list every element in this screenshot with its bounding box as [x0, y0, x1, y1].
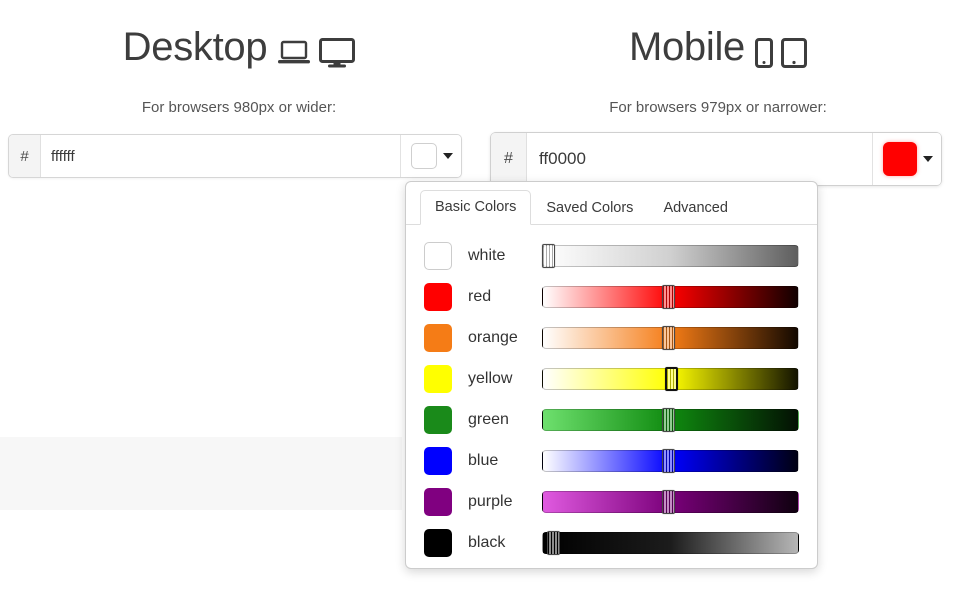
color-label: white — [452, 246, 542, 266]
background-band — [0, 437, 402, 510]
shade-slider-orange[interactable] — [542, 327, 799, 349]
picker-tab-saved-colors[interactable]: Saved Colors — [531, 191, 648, 225]
desktop-hash-prefix: # — [9, 135, 41, 177]
mobile-color-input-group[interactable]: # — [490, 132, 942, 186]
color-label: orange — [452, 328, 542, 348]
desktop-column: Desktop For browsers 980px or wider: — [8, 0, 470, 118]
color-swatch-blue[interactable] — [424, 447, 452, 475]
mobile-swatch-button[interactable] — [872, 133, 941, 185]
shade-slider-green[interactable] — [542, 409, 799, 431]
color-picker-popup: Basic ColorsSaved ColorsAdvanced white re… — [405, 181, 818, 569]
color-row[interactable]: white — [424, 235, 799, 276]
mobile-subtitle: For browsers 979px or narrower: — [490, 98, 946, 118]
color-swatch-orange[interactable] — [424, 324, 452, 352]
shade-slider-blue[interactable] — [542, 450, 799, 472]
basic-colors-list: white red orange yellow green blue purple black — [406, 225, 817, 563]
color-label: yellow — [452, 369, 542, 389]
desktop-swatch-button[interactable] — [400, 135, 461, 177]
color-swatch-white[interactable] — [424, 242, 452, 270]
color-row[interactable]: purple — [424, 481, 799, 522]
color-label: black — [452, 533, 542, 553]
color-label: purple — [452, 492, 542, 512]
color-label: blue — [452, 451, 542, 471]
color-picker-tabs: Basic ColorsSaved ColorsAdvanced — [406, 182, 817, 225]
desktop-heading: Desktop — [8, 0, 470, 78]
page-root: Desktop For browsers 980px or wider: # M… — [0, 0, 954, 600]
desktop-hex-input[interactable] — [41, 135, 400, 177]
color-swatch-red[interactable] — [424, 283, 452, 311]
shade-slider-red[interactable] — [542, 286, 799, 308]
color-swatch-black[interactable] — [424, 529, 452, 557]
mobile-hash-prefix: # — [491, 133, 527, 185]
chevron-down-icon — [443, 153, 453, 159]
mobile-heading: Mobile — [490, 0, 946, 78]
picker-tab-advanced[interactable]: Advanced — [648, 191, 743, 225]
desktop-heading-icons — [277, 24, 355, 78]
picker-tab-basic-colors[interactable]: Basic Colors — [420, 190, 531, 225]
slider-handle[interactable] — [662, 326, 675, 350]
shade-slider-yellow[interactable] — [542, 368, 799, 390]
mobile-heading-label: Mobile — [629, 25, 745, 69]
slider-handle[interactable] — [662, 449, 675, 473]
desktop-color-swatch — [411, 143, 437, 169]
mobile-heading-icons — [755, 24, 807, 78]
color-row[interactable]: black — [424, 522, 799, 563]
slider-handle[interactable] — [542, 244, 555, 268]
color-swatch-purple[interactable] — [424, 488, 452, 516]
color-swatch-green[interactable] — [424, 406, 452, 434]
shade-slider-white[interactable] — [542, 245, 799, 267]
color-row[interactable]: red — [424, 276, 799, 317]
tablet-icon — [781, 38, 807, 68]
mobile-hex-input[interactable] — [527, 133, 872, 185]
color-row[interactable]: orange — [424, 317, 799, 358]
color-label: green — [452, 410, 542, 430]
shade-slider-purple[interactable] — [542, 491, 799, 513]
desktop-heading-label: Desktop — [123, 25, 268, 69]
mobile-column: Mobile For browsers 979px or narrower: — [490, 0, 946, 118]
desktop-monitor-icon — [319, 38, 355, 68]
laptop-icon — [277, 39, 311, 67]
slider-handle[interactable] — [665, 367, 678, 391]
color-swatch-yellow[interactable] — [424, 365, 452, 393]
color-label: red — [452, 287, 542, 307]
desktop-subtitle: For browsers 980px or wider: — [8, 98, 470, 118]
smartphone-icon — [755, 38, 773, 68]
color-row[interactable]: green — [424, 399, 799, 440]
color-row[interactable]: blue — [424, 440, 799, 481]
slider-handle[interactable] — [662, 408, 675, 432]
shade-slider-black[interactable] — [542, 532, 799, 554]
desktop-color-input-group[interactable]: # — [8, 134, 462, 178]
slider-handle[interactable] — [662, 490, 675, 514]
slider-handle[interactable] — [547, 531, 560, 555]
mobile-color-swatch — [883, 142, 917, 176]
chevron-down-icon — [923, 156, 933, 162]
color-row[interactable]: yellow — [424, 358, 799, 399]
slider-handle[interactable] — [662, 285, 675, 309]
